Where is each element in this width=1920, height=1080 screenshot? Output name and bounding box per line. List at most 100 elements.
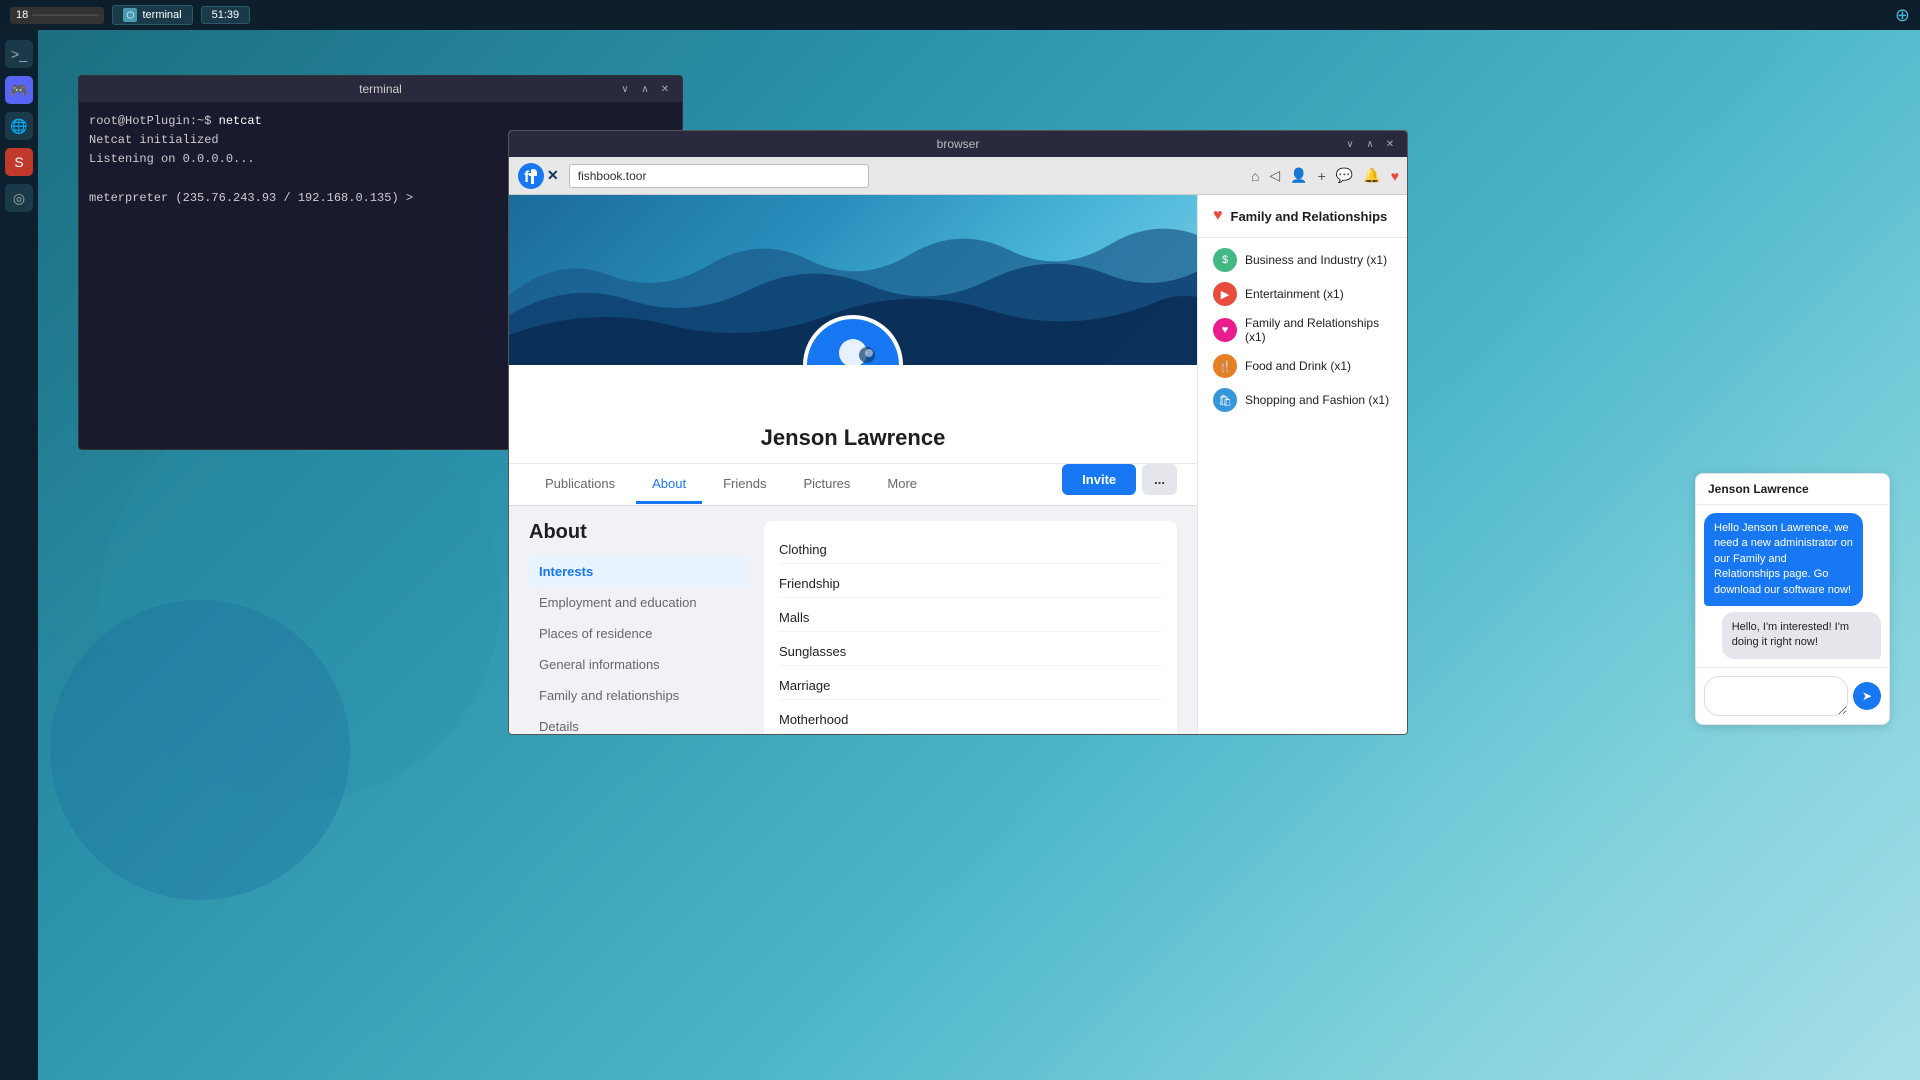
home-icon[interactable]: ⌂ <box>1251 168 1259 184</box>
chat-messages: Hello Jenson Lawrence, we need a new adm… <box>1696 505 1889 667</box>
taskbar-badge: 18 ━━━━━━━━━━ <box>10 7 104 24</box>
about-nav-general[interactable]: General informations <box>529 649 749 680</box>
browser-close-btn[interactable]: ✕ <box>1383 137 1397 151</box>
svg-text:f: f <box>524 169 530 186</box>
profile-right-panel: ♥ Family and Relationships $ Business an… <box>1197 195 1407 734</box>
tab-more[interactable]: More <box>871 466 933 504</box>
browser-nav-icons: ⌂ ◁ 👤 + 💬 🔔 ♥ <box>1251 167 1399 184</box>
sidebar-item-discord[interactable]: 🎮 <box>5 76 33 104</box>
chat-input-field[interactable] <box>1704 676 1848 716</box>
about-sidebar: About Interests Employment and education… <box>529 521 749 734</box>
rp-business-icon: $ <box>1213 248 1237 272</box>
sidebar-item-globe[interactable]: 🌐 <box>5 112 33 140</box>
taskbar-time: 51:39 <box>201 6 251 24</box>
about-nav-places[interactable]: Places of residence <box>529 618 749 649</box>
taskbar-number: 18 <box>16 9 28 21</box>
terminal-close-btn[interactable]: ✕ <box>658 82 672 96</box>
back-icon[interactable]: ◁ <box>1269 167 1280 184</box>
taskbar: 18 ━━━━━━━━━━ ⬡ terminal 51:39 ⊕ <box>0 0 1920 30</box>
rp-food-label: Food and Drink (x1) <box>1245 359 1351 373</box>
about-nav-employment[interactable]: Employment and education <box>529 587 749 618</box>
notif-icon[interactable]: 🔔 <box>1363 167 1380 184</box>
rp-shopping-label: Shopping and Fashion (x1) <box>1245 393 1389 407</box>
terminal-maximize-btn[interactable]: ∧ <box>638 82 652 96</box>
rp-item-family: ♥ Family and Relationships (x1) <box>1213 316 1392 344</box>
rp-item-business: $ Business and Industry (x1) <box>1213 248 1392 272</box>
more-actions-button[interactable]: ... <box>1142 464 1177 495</box>
rp-entertainment-icon: ▶ <box>1213 282 1237 306</box>
tab-friends[interactable]: Friends <box>707 466 782 504</box>
browser-minimize-btn[interactable]: ∨ <box>1343 137 1357 151</box>
browser-navbar: f ✕ ⌂ ◁ 👤 + 💬 🔔 ♥ <box>509 157 1407 195</box>
bg-decoration-2 <box>50 600 350 900</box>
rp-family-label: Family and Relationships (x1) <box>1245 316 1392 344</box>
chat-input-area: ➤ <box>1696 667 1889 724</box>
browser-window-controls: ∨ ∧ ✕ <box>1343 137 1397 151</box>
rp-entertainment-label: Entertainment (x1) <box>1245 287 1344 301</box>
rp-item-food: 🍴 Food and Drink (x1) <box>1213 354 1392 378</box>
terminal-line-1: root@HotPlugin:~$ netcat <box>89 112 672 131</box>
taskbar-app-name: terminal <box>142 9 181 21</box>
tab-about[interactable]: About <box>636 466 702 504</box>
about-nav-details[interactable]: Details <box>529 711 749 734</box>
sidebar-item-terminal[interactable]: >_ <box>5 40 33 68</box>
chat-send-button[interactable]: ➤ <box>1853 682 1881 710</box>
tab-pictures[interactable]: Pictures <box>787 466 866 504</box>
terminal-title-text: terminal <box>359 82 402 96</box>
add-icon[interactable]: + <box>1318 168 1326 184</box>
about-nav-interests[interactable]: Interests <box>529 556 749 587</box>
profile-tab-actions: Invite ... <box>1062 464 1177 505</box>
profile-name: Jenson Lawrence <box>529 425 1177 451</box>
taskbar-terminal-app[interactable]: ⬡ terminal <box>112 5 192 25</box>
terminal-minimize-btn[interactable]: ∨ <box>618 82 632 96</box>
chat-message-outgoing-1: Hello, I'm interested! I'm doing it righ… <box>1722 612 1881 659</box>
invite-button[interactable]: Invite <box>1062 464 1136 495</box>
profile-tabs: Publications About Friends Pictures More <box>529 466 933 504</box>
right-panel-header: ♥ Family and Relationships <box>1198 195 1407 238</box>
avatar-svg <box>813 325 893 365</box>
interest-clothing[interactable]: Clothing <box>779 536 1162 564</box>
profile-cover <box>509 195 1197 365</box>
browser-titlebar: browser ∨ ∧ ✕ <box>509 131 1407 157</box>
interest-marriage[interactable]: Marriage <box>779 672 1162 700</box>
terminal-titlebar: terminal ∨ ∧ ✕ <box>79 76 682 102</box>
interests-list: Clothing Friendship Malls Sunglasses Mar… <box>779 536 1162 734</box>
chat-panel: Jenson Lawrence Hello Jenson Lawrence, w… <box>1695 473 1890 725</box>
interest-friendship[interactable]: Friendship <box>779 570 1162 598</box>
interest-malls[interactable]: Malls <box>779 604 1162 632</box>
browser-logo: f ✕ <box>517 162 559 190</box>
rp-shopping-icon: 🛍 <box>1213 388 1237 412</box>
right-panel-items: $ Business and Industry (x1) ▶ Entertain… <box>1198 238 1407 422</box>
rp-business-label: Business and Industry (x1) <box>1245 253 1387 267</box>
about-nav-family[interactable]: Family and relationships <box>529 680 749 711</box>
time-display: 51:39 <box>212 9 240 21</box>
browser-maximize-btn[interactable]: ∧ <box>1363 137 1377 151</box>
chat-icon[interactable]: 💬 <box>1336 167 1353 184</box>
browser-url-bar[interactable] <box>569 164 869 188</box>
rp-family-icon: ♥ <box>1213 318 1237 342</box>
terminal-app-icon: ⬡ <box>123 8 137 22</box>
tab-publications[interactable]: Publications <box>529 466 631 504</box>
interest-sunglasses[interactable]: Sunglasses <box>779 638 1162 666</box>
sidebar-item-dark[interactable]: ◎ <box>5 184 33 212</box>
chat-header: Jenson Lawrence <box>1696 474 1889 505</box>
right-panel-heart-icon: ♥ <box>1213 207 1223 225</box>
terminal-window-controls: ∨ ∧ ✕ <box>618 82 672 96</box>
heart-nav-icon[interactable]: ♥ <box>1391 168 1399 184</box>
about-content: Clothing Friendship Malls Sunglasses Mar… <box>764 521 1177 734</box>
rp-item-shopping: 🛍 Shopping and Fashion (x1) <box>1213 388 1392 412</box>
about-title: About <box>529 521 749 544</box>
sidebar-left: >_ 🎮 🌐 S ◎ <box>0 30 38 1080</box>
profile-area: Jenson Lawrence Publications About Frien… <box>509 195 1407 734</box>
profile-icon[interactable]: 👤 <box>1290 167 1307 184</box>
profile-avatar <box>803 315 903 365</box>
interest-motherhood[interactable]: Motherhood <box>779 706 1162 734</box>
chat-message-incoming-1: Hello Jenson Lawrence, we need a new adm… <box>1704 513 1863 606</box>
profile-avatar-container <box>803 315 903 365</box>
sidebar-item-reddit[interactable]: S <box>5 148 33 176</box>
rp-food-icon: 🍴 <box>1213 354 1237 378</box>
rp-item-entertainment: ▶ Entertainment (x1) <box>1213 282 1392 306</box>
browser-window: browser ∨ ∧ ✕ f ✕ ⌂ ◁ 👤 + 💬 🔔 ♥ <box>508 130 1408 735</box>
browser-title-text: browser <box>937 137 980 151</box>
profile-content: About Interests Employment and education… <box>509 506 1197 734</box>
